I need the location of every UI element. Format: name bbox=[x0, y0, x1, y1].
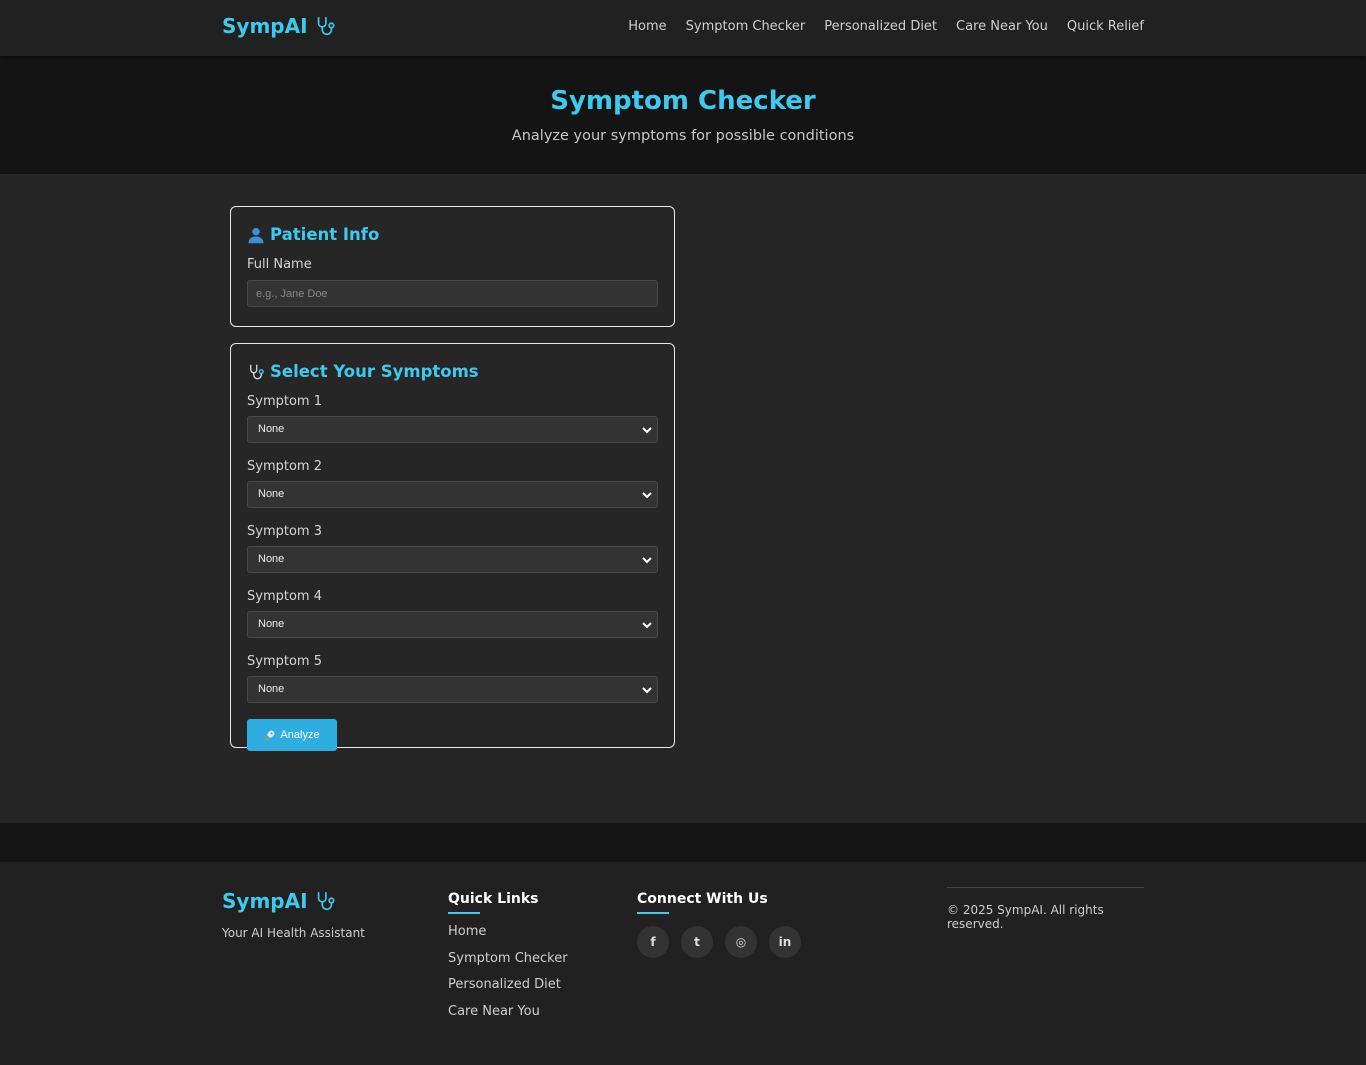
symptom-5-value: None bbox=[258, 683, 285, 695]
rocket-icon bbox=[265, 730, 275, 741]
symptom-3-value: None bbox=[258, 553, 285, 565]
quick-links-list: Home Symptom Checker Personalized Diet C… bbox=[448, 923, 568, 1020]
footer-divider bbox=[0, 823, 1366, 862]
top-navbar: SympAI Home Symptom Checker Personalized… bbox=[0, 0, 1366, 56]
copyright-text: © 2025 SympAI. All rights reserved. bbox=[947, 887, 1144, 931]
page-title: Symptom Checker bbox=[550, 86, 816, 116]
stethoscope-icon bbox=[317, 16, 335, 36]
symptom-4-value: None bbox=[258, 618, 285, 630]
chevron-down-icon bbox=[642, 492, 652, 499]
symptom-5-label: Symptom 5 bbox=[247, 654, 322, 669]
social-links: f t ◎ in bbox=[637, 926, 801, 958]
nav-link-symptom-checker[interactable]: Symptom Checker bbox=[686, 19, 806, 34]
footer-tagline: Your AI Health Assistant bbox=[222, 926, 365, 940]
symptom-3-select[interactable]: None bbox=[247, 546, 658, 573]
facebook-icon[interactable]: f bbox=[637, 926, 669, 958]
instagram-icon[interactable]: ◎ bbox=[725, 926, 757, 958]
symptom-1-group: Symptom 1 None bbox=[247, 394, 658, 443]
symptom-2-select[interactable]: None bbox=[247, 481, 658, 508]
analyze-button[interactable]: Analyze bbox=[247, 719, 337, 751]
symptom-5-group: Symptom 5 None bbox=[247, 654, 658, 703]
footer-link-symptom-checker[interactable]: Symptom Checker bbox=[448, 950, 568, 968]
twitter-icon[interactable]: t bbox=[681, 926, 713, 958]
symptoms-card: Select Your Symptoms Symptom 1 None Symp… bbox=[230, 343, 675, 751]
connect-title: Connect With Us bbox=[637, 891, 768, 907]
connect-section: Connect With Us f t ◎ in bbox=[637, 891, 801, 958]
nav-link-care-near-you[interactable]: Care Near You bbox=[956, 19, 1048, 34]
quick-links-title: Quick Links bbox=[448, 891, 539, 907]
brand-name: SympAI bbox=[222, 14, 308, 38]
nav-links: Home Symptom Checker Personalized Diet C… bbox=[628, 19, 1144, 34]
nav-link-quick-relief[interactable]: Quick Relief bbox=[1067, 19, 1144, 34]
stethoscope-icon bbox=[317, 891, 335, 911]
nav-link-home[interactable]: Home bbox=[628, 19, 666, 34]
symptom-2-group: Symptom 2 None bbox=[247, 459, 658, 508]
symptom-3-group: Symptom 3 None bbox=[247, 524, 658, 573]
chevron-down-icon bbox=[642, 687, 652, 694]
footer-link-personalized-diet[interactable]: Personalized Diet bbox=[448, 976, 568, 994]
footer-link-care-near-you[interactable]: Care Near You bbox=[448, 1003, 568, 1021]
symptom-1-select[interactable]: None bbox=[247, 416, 658, 443]
brand-logo[interactable]: SympAI bbox=[222, 14, 336, 38]
full-name-label: Full Name bbox=[247, 257, 312, 272]
symptom-3-label: Symptom 3 bbox=[247, 524, 322, 539]
linkedin-icon[interactable]: in bbox=[769, 926, 801, 958]
patient-info-card: Patient Info Full Name bbox=[230, 206, 675, 327]
footer: SympAI Your AI Health Assistant Quick Li… bbox=[0, 862, 1366, 1065]
main-content: Patient Info Full Name Select Your Sympt… bbox=[0, 174, 1366, 823]
footer-brand-name: SympAI bbox=[222, 889, 308, 913]
nav-link-personalized-diet[interactable]: Personalized Diet bbox=[824, 19, 937, 34]
symptoms-title-text: Select Your Symptoms bbox=[270, 362, 479, 381]
connect-underline bbox=[637, 912, 669, 914]
patient-info-title-text: Patient Info bbox=[270, 225, 380, 244]
full-name-input[interactable] bbox=[247, 280, 658, 307]
patient-info-title: Patient Info bbox=[247, 225, 658, 244]
symptom-2-label: Symptom 2 bbox=[247, 459, 322, 474]
quick-links-section: Quick Links Home Symptom Checker Persona… bbox=[448, 891, 568, 1029]
stethoscope-icon bbox=[250, 364, 264, 379]
symptom-5-select[interactable]: None bbox=[247, 676, 658, 703]
symptom-4-group: Symptom 4 None bbox=[247, 589, 658, 638]
symptom-2-value: None bbox=[258, 488, 285, 500]
chevron-down-icon bbox=[642, 622, 652, 629]
symptom-4-select[interactable]: None bbox=[247, 611, 658, 638]
symptom-1-value: None bbox=[258, 423, 285, 435]
symptoms-title: Select Your Symptoms bbox=[247, 362, 658, 381]
page-subtitle: Analyze your symptoms for possible condi… bbox=[511, 128, 855, 144]
symptom-4-label: Symptom 4 bbox=[247, 589, 322, 604]
chevron-down-icon bbox=[642, 427, 652, 434]
chevron-down-icon bbox=[642, 557, 652, 564]
user-icon bbox=[248, 227, 264, 243]
footer-link-home[interactable]: Home bbox=[448, 923, 568, 941]
footer-brand[interactable]: SympAI bbox=[222, 889, 336, 913]
analyze-button-label: Analyze bbox=[280, 729, 320, 741]
quick-links-underline bbox=[448, 912, 480, 914]
hero-banner: Symptom Checker Analyze your symptoms fo… bbox=[0, 56, 1366, 174]
symptom-1-label: Symptom 1 bbox=[247, 394, 322, 409]
